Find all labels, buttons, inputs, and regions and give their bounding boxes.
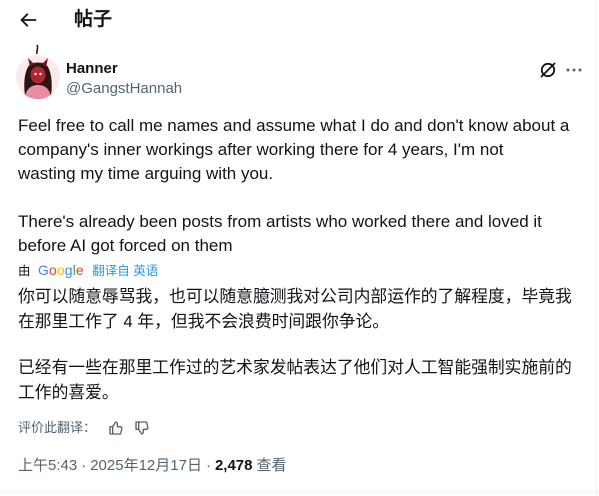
meta-separator: · <box>81 457 87 474</box>
more-icon-dot <box>572 68 576 72</box>
translated-text-line: 你可以随意辱骂我，也可以随意臆测我对公司内部运作的了解程度，毕竟我 <box>18 287 572 306</box>
view-count: 2,478 <box>214 457 253 474</box>
post-text: Feel free to call me names and assume wh… <box>18 114 593 282</box>
google-logo-letter: o <box>56 262 65 278</box>
translation-prefix: 由 <box>18 264 31 278</box>
column-border <box>596 0 597 496</box>
thumbs-down-button[interactable] <box>134 420 150 436</box>
post-date[interactable]: 2025年12月17日 <box>90 457 202 474</box>
avatar-face <box>30 66 46 84</box>
post-paragraph: There's already been posts from artists … <box>18 210 593 258</box>
arrow-left-icon-path <box>20 13 37 27</box>
avatar-image <box>16 44 60 99</box>
more-button[interactable] <box>564 60 584 80</box>
avatar-eye-right <box>39 72 42 76</box>
rate-translation-label: 评价此翻译： <box>18 420 97 435</box>
google-logo-letter: o <box>49 262 57 278</box>
post-time[interactable]: 上午5:43 <box>18 457 77 474</box>
more-icon-dot <box>566 68 570 72</box>
translation-source: 由 Google 翻译自 英语 <box>18 261 158 279</box>
grok-button[interactable] <box>539 61 557 79</box>
thumbs-down-icon <box>135 421 149 435</box>
page-title: 帖子 <box>74 9 113 30</box>
translated-paragraph: 已经有一些在那里工作过的艺术家发帖表达了他们对人工智能强制实施前的 工作的喜爱。 <box>18 355 593 405</box>
grok-icon <box>540 62 556 78</box>
post-text-line: There's already been posts from artists … <box>18 212 542 231</box>
translated-text-line: 工作的喜爱。 <box>18 383 119 402</box>
bottom-divider <box>0 491 599 492</box>
post-text-line: wasting my time arguing with you. <box>18 164 274 183</box>
more-icon <box>566 68 582 72</box>
avatar-portrait <box>16 55 60 99</box>
translated-from-link[interactable]: 翻译自 英语 <box>92 264 158 278</box>
more-icon-dot <box>578 68 582 72</box>
thumbs-up-icon <box>109 421 123 435</box>
rate-translation: 评价此翻译： <box>18 419 150 437</box>
top-bar: 帖子 <box>0 0 599 40</box>
back-button[interactable] <box>16 8 40 32</box>
google-logo-letter: g <box>64 262 73 278</box>
post-meta: 上午5:43 · 2025年12月17日 · 2,478 查看 <box>18 456 287 476</box>
author-handle[interactable]: @GangstHannah <box>66 80 182 98</box>
post-text-line: before AI got forced on them <box>18 236 233 255</box>
google-logo: Google <box>38 262 84 278</box>
thumbs-down-icon-group <box>135 421 149 435</box>
avatar-tail <box>35 44 39 55</box>
translated-text-line: 在那里工作了 4 年，但我不会浪费时间跟你争论。 <box>18 312 390 331</box>
avatar[interactable] <box>15 44 61 102</box>
google-logo-letter: e <box>75 262 84 278</box>
meta-separator: · <box>205 457 211 474</box>
view-count-label: 查看 <box>256 457 287 474</box>
post-paragraph: Feel free to call me names and assume wh… <box>18 114 593 186</box>
post-text-line: Feel free to call me names and assume wh… <box>18 116 570 135</box>
arrow-left-icon <box>20 13 37 27</box>
thumbs-down-icon-path <box>135 421 149 435</box>
translated-text: 你可以随意辱骂我，也可以随意臆测我对公司内部运作的了解程度，毕竟我 在那里工作了… <box>18 284 593 426</box>
post-text-line: company's inner workings after working t… <box>18 140 504 159</box>
avatar-eye-left <box>34 72 37 76</box>
translated-text-line: 已经有一些在那里工作过的艺术家发帖表达了他们对人工智能强制实施前的 <box>18 358 572 377</box>
author-name[interactable]: Hanner <box>66 60 118 78</box>
google-logo-letter: G <box>38 262 49 278</box>
thumbs-up-button[interactable] <box>108 420 124 436</box>
translated-paragraph: 你可以随意辱骂我，也可以随意臆测我对公司内部运作的了解程度，毕竟我 在那里工作了… <box>18 284 593 334</box>
thumbs-up-icon-path <box>109 421 123 435</box>
